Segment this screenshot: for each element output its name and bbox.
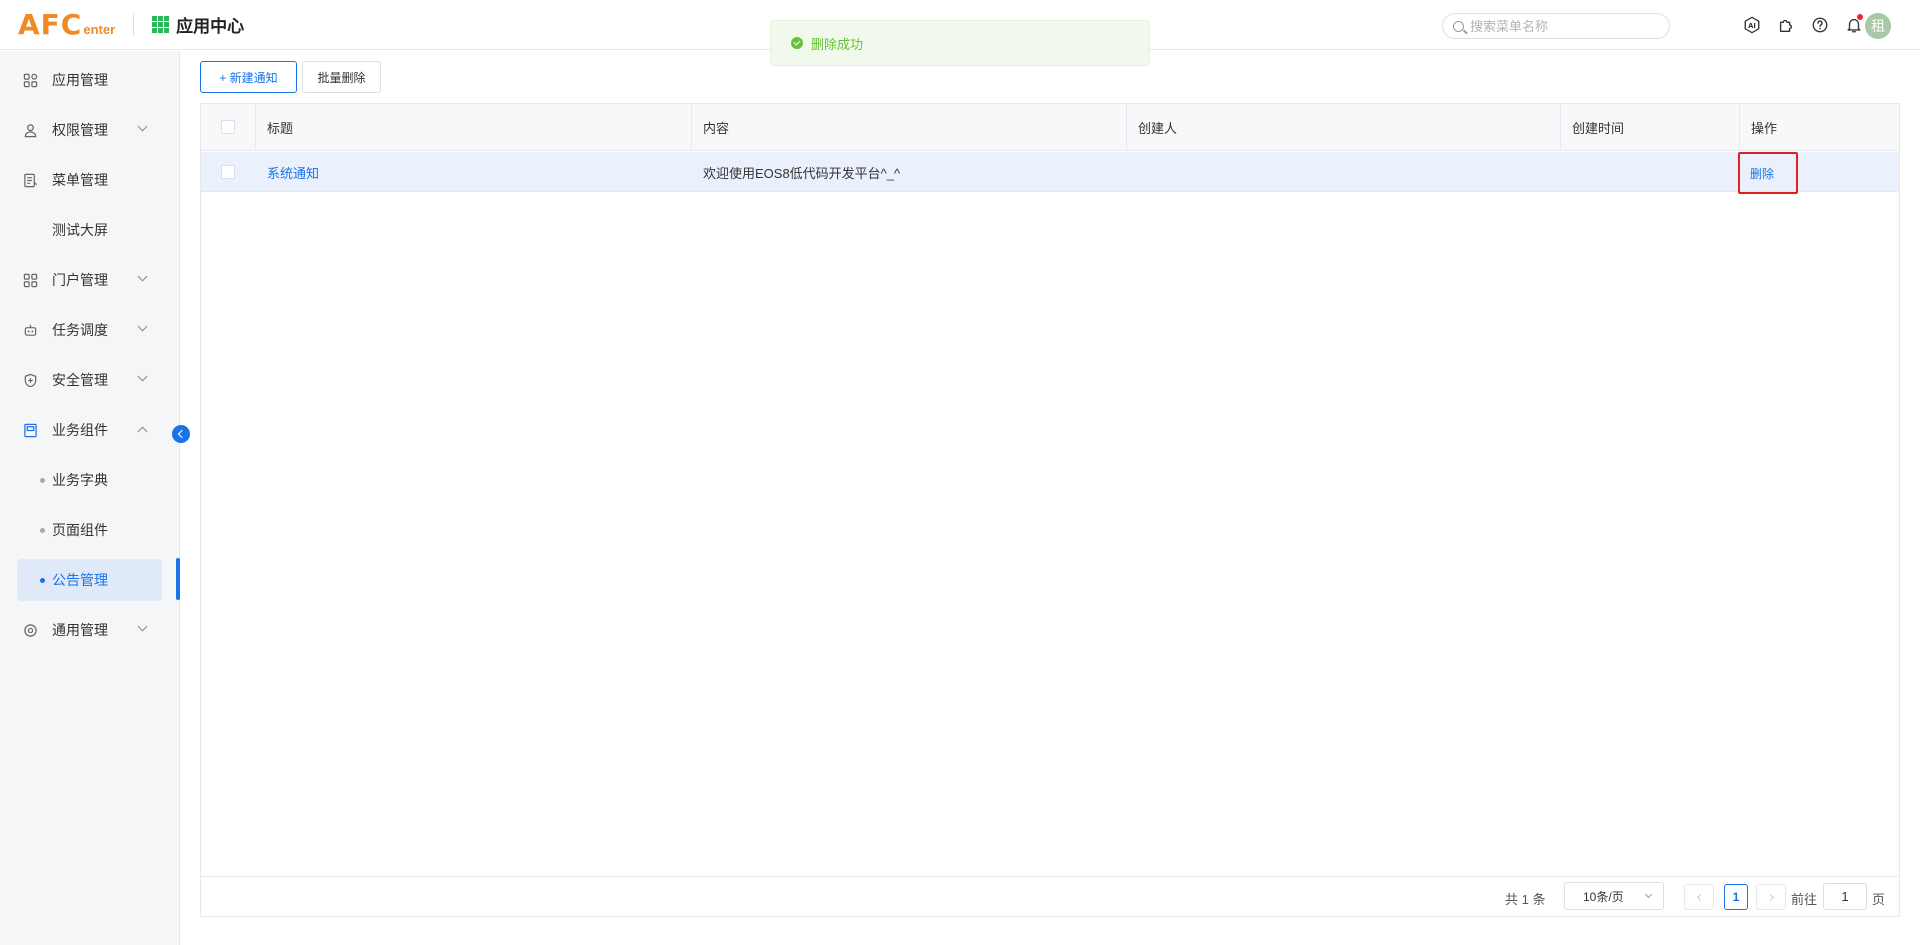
notification-dot — [1857, 14, 1863, 20]
select-all-cell — [201, 104, 256, 151]
pagination: 共 1 条 10条/页 1 前往 页 — [201, 876, 1899, 916]
success-toast: 删除成功 — [770, 20, 1150, 66]
chevron-left-icon — [1696, 893, 1704, 901]
sidebar-item-label: 通用管理 — [52, 622, 108, 638]
app-grid-icon — [152, 16, 170, 33]
sidebar-subitem-page-components[interactable]: 页面组件 — [0, 508, 180, 552]
chevron-up-icon — [137, 426, 148, 437]
column-header-created-time[interactable]: 创建时间 — [1561, 104, 1740, 151]
sidebar-subitem-business-dictionary[interactable]: 业务字典 — [0, 458, 180, 502]
column-header-actions: 操作 — [1751, 121, 1778, 136]
sidebar-item-task-scheduling[interactable]: 任务调度 — [0, 308, 180, 352]
bullet-dot — [40, 527, 45, 533]
table-header: 标题 内容 创建人 创建时间 操作 — [201, 104, 1899, 151]
menu-search-box[interactable] — [1442, 13, 1670, 39]
sidebar-collapse-button[interactable] — [172, 425, 190, 443]
plugin-icon[interactable] — [1776, 15, 1796, 35]
success-check-icon — [791, 37, 803, 49]
chevron-down-icon — [137, 621, 148, 632]
search-input[interactable] — [1470, 18, 1650, 34]
sidebar-item-business-components[interactable]: 业务组件 — [0, 408, 180, 452]
new-notice-button[interactable]: + 新建通知 — [200, 61, 297, 93]
header-icons: AI — [1742, 14, 1878, 35]
page-number-current[interactable]: 1 — [1724, 884, 1748, 910]
active-indicator-bar — [176, 558, 180, 600]
app-center-title[interactable]: 应用中心 — [152, 12, 244, 37]
column-header-title[interactable]: 标题 — [256, 104, 692, 151]
sidebar-item-label: 业务组件 — [52, 422, 108, 438]
sidebar-item-label: 测试大屏 — [52, 222, 108, 238]
page-suffix-label: 页 — [1872, 892, 1886, 907]
afcenter-logo[interactable]: AFC enter — [18, 8, 115, 41]
help-icon[interactable] — [1810, 15, 1830, 35]
row-content: 欢迎使用EOS8低代码开发平台^_^ — [703, 165, 901, 181]
toast-message: 删除成功 — [811, 36, 864, 52]
row-title-link[interactable]: 系统通知 — [256, 152, 692, 192]
column-header-creator[interactable]: 创建人 — [1127, 104, 1561, 151]
sidebar-item-label: 安全管理 — [52, 372, 108, 388]
chevron-down-icon — [137, 271, 148, 282]
bullet-dot — [40, 577, 45, 583]
chevron-down-icon — [137, 371, 148, 382]
sidebar-item-security-management[interactable]: 安全管理 — [0, 358, 180, 402]
logo-big-text: AFC — [18, 8, 83, 41]
batch-delete-button[interactable]: 批量删除 — [302, 61, 381, 93]
sidebar-subitem-label: 业务字典 — [52, 472, 108, 488]
sidebar-item-general-management[interactable]: 通用管理 — [0, 608, 180, 652]
chevron-right-icon — [1766, 893, 1774, 901]
sidebar-subitem-announcement-management[interactable]: 公告管理 — [17, 559, 162, 601]
logo-small-text: enter — [83, 22, 116, 37]
sidebar-item-portal-management[interactable]: 门户管理 — [0, 258, 180, 302]
prev-page-button[interactable] — [1684, 884, 1714, 910]
user-lock-icon — [22, 122, 38, 138]
sidebar-item-label: 门户管理 — [52, 272, 108, 288]
robot-icon — [22, 322, 38, 338]
sidebar-item-menu-management[interactable]: 菜单管理 — [0, 158, 180, 202]
row-checkbox[interactable] — [221, 165, 235, 179]
app-center-label: 应用中心 — [176, 17, 245, 36]
pagination-total: 共 1 条 — [1505, 892, 1546, 907]
row-created-time — [1561, 152, 1740, 192]
select-all-checkbox[interactable] — [221, 120, 235, 134]
page-size-select[interactable]: 10条/页 — [1564, 882, 1664, 910]
user-avatar[interactable]: 租 — [1865, 13, 1891, 39]
sidebar-item-label: 菜单管理 — [52, 172, 108, 188]
row-delete-link[interactable]: 删除 — [1738, 152, 1798, 194]
shield-icon — [22, 372, 38, 388]
sidebar-item-label: 权限管理 — [52, 122, 108, 138]
header-divider — [133, 13, 135, 36]
next-page-button[interactable] — [1756, 884, 1786, 910]
column-header-content[interactable]: 内容 — [692, 104, 1127, 151]
goto-label: 前往 — [1791, 892, 1818, 907]
sidebar-subitem-label: 页面组件 — [52, 522, 108, 538]
sidebar-item-test-screen[interactable]: 测试大屏 — [0, 208, 180, 252]
sidebar-item-app-management[interactable]: 应用管理 — [0, 58, 180, 102]
chevron-down-icon — [1644, 890, 1653, 899]
page-size-value: 10条/页 — [1583, 889, 1624, 904]
sidebar-subitem-label: 公告管理 — [52, 572, 108, 588]
bell-icon[interactable] — [1844, 14, 1864, 35]
chevron-down-icon — [137, 321, 148, 332]
search-icon — [1453, 20, 1464, 32]
target-icon — [22, 622, 38, 638]
goto-page-input[interactable] — [1823, 883, 1867, 910]
sidebar-item-permission-management[interactable]: 权限管理 — [0, 108, 180, 152]
apps-grid-icon — [22, 72, 38, 88]
row-creator — [1127, 152, 1561, 192]
component-icon — [22, 422, 38, 438]
sidebar-item-label: 任务调度 — [52, 322, 108, 338]
svg-text:AI: AI — [1748, 22, 1756, 30]
sidebar-item-label: 应用管理 — [52, 72, 108, 88]
portal-grid-icon — [22, 272, 38, 288]
ai-icon[interactable]: AI — [1742, 15, 1762, 35]
sidebar: 应用管理 权限管理 菜单管理 测试大屏 门户管理 任务调度 安全管理 业务组件 … — [0, 51, 180, 945]
menu-doc-icon — [22, 172, 38, 188]
table-row[interactable]: 系统通知 欢迎使用EOS8低代码开发平台^_^ — [201, 152, 1899, 192]
notice-table: 标题 内容 创建人 创建时间 操作 系统通知 欢迎使用EOS8低代码开发平台^_… — [200, 103, 1900, 917]
bullet-dot — [40, 477, 45, 483]
chevron-down-icon — [137, 121, 148, 132]
